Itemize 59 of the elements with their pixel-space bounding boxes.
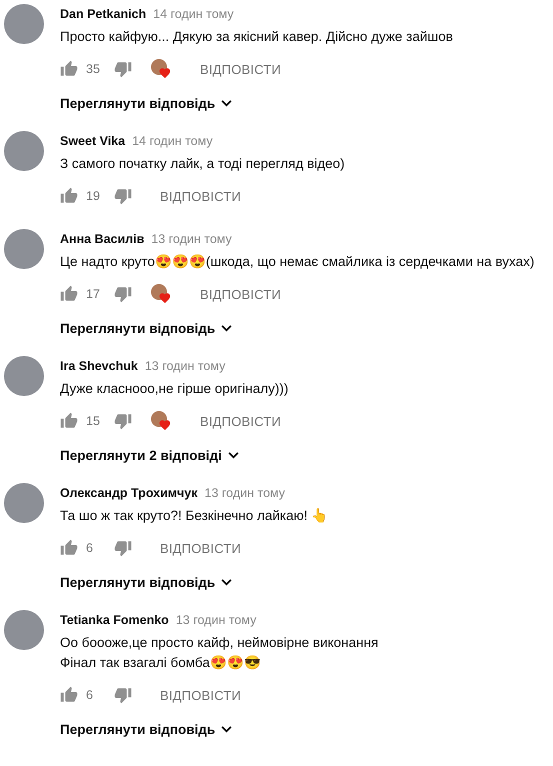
like-count: 15 <box>86 414 101 428</box>
like-count: 35 <box>86 62 101 76</box>
chevron-down-icon <box>221 100 232 106</box>
comment-author[interactable]: Sweet Vika <box>60 131 126 151</box>
thumbs-up-icon[interactable] <box>60 187 78 205</box>
reply-button[interactable]: ВІДПОВІСТИ <box>194 62 288 76</box>
comment-text: Та шо ж так круто?! Безкінечно лайкаю! 👆 <box>60 507 330 525</box>
thumbs-down-icon[interactable] <box>114 60 132 78</box>
like-count: 17 <box>86 287 101 301</box>
thumbs-down-icon[interactable] <box>114 686 132 704</box>
view-replies-link[interactable]: Переглянути відповідь <box>60 318 232 338</box>
comment-time[interactable]: 14 годин тому <box>132 131 213 151</box>
thumbs-up-icon[interactable] <box>60 285 78 303</box>
avatar-photo-placeholder[interactable] <box>4 4 44 44</box>
view-replies-link[interactable]: Переглянути відповідь <box>60 572 232 592</box>
comment-text: Дуже класнооо,не гірше оригіналу))) <box>60 380 290 398</box>
comment-text: Це надто круто😍😍😍(шкода, що немає смайлика із сердечками на вухах) <box>60 253 536 271</box>
comment-time[interactable]: 14 годин тому <box>153 4 234 24</box>
chevron-down-icon <box>228 452 239 458</box>
comment-time[interactable]: 13 годин тому <box>151 229 232 249</box>
thumbs-up-icon[interactable] <box>60 539 78 557</box>
thumbs-down-icon[interactable] <box>114 187 132 205</box>
comment-author[interactable]: Dan Petkanich <box>60 4 146 24</box>
avatar-photo-placeholder[interactable] <box>4 483 44 523</box>
comment-time[interactable]: 13 годин тому <box>176 610 256 630</box>
reply-button[interactable]: ВІДПОВІСТИ <box>194 414 288 428</box>
avatar-photo-placeholder[interactable] <box>4 131 44 171</box>
comment-text: З самого початку лайк, а тоді перегляд відео) <box>60 155 346 173</box>
like-count: 6 <box>86 541 94 555</box>
comment-author[interactable]: Tetianka Fomenko <box>60 610 169 630</box>
comment-author[interactable]: Анна Василів <box>60 229 144 249</box>
avatar-photo-placeholder[interactable] <box>4 229 44 269</box>
chevron-down-icon <box>221 578 232 586</box>
view-replies-link[interactable]: Переглянути 2 відповіді <box>60 445 239 465</box>
view-replies-link[interactable]: Переглянути відповідь <box>60 93 232 113</box>
chevron-down-icon <box>221 324 232 332</box>
chevron-down-icon <box>221 726 232 732</box>
thumbs-up-icon[interactable] <box>60 412 78 430</box>
thumbs-down-icon[interactable] <box>114 412 132 430</box>
avatar-photo-placeholder[interactable] <box>4 610 44 650</box>
comment-text: Оо боооже,це просто кайф, неймовірне виконання <box>60 634 380 652</box>
avatar-photo-placeholder[interactable] <box>4 356 44 396</box>
comment-text: Фінал так взагалі бомба😍😍😎 <box>60 654 262 672</box>
reply-button[interactable]: ВІДПОВІСТИ <box>154 540 248 556</box>
comment-time[interactable]: 13 годин тому <box>144 356 226 376</box>
like-count: 19 <box>86 189 101 203</box>
reply-button[interactable]: ВІДПОВІСТИ <box>194 286 288 302</box>
comment-text: Просто кайфую... Дякую за якісний кавер. Дійсно дуже зайшов <box>60 28 454 46</box>
thumbs-up-icon[interactable] <box>60 686 78 704</box>
reply-button[interactable]: ВІДПОВІСТИ <box>154 688 248 702</box>
comment-author[interactable]: Ira Shevchuk <box>60 356 138 376</box>
thumbs-down-icon[interactable] <box>114 539 132 557</box>
comment-time[interactable]: 13 годин тому <box>204 483 286 503</box>
thumbs-up-icon[interactable] <box>60 60 78 78</box>
view-replies-link[interactable]: Переглянути відповідь <box>60 719 232 739</box>
comment-author[interactable]: Олександр Трохимчук <box>60 483 198 503</box>
reply-button[interactable]: ВІДПОВІСТИ <box>154 188 248 204</box>
thumbs-down-icon[interactable] <box>114 285 132 303</box>
like-count: 6 <box>86 688 94 702</box>
